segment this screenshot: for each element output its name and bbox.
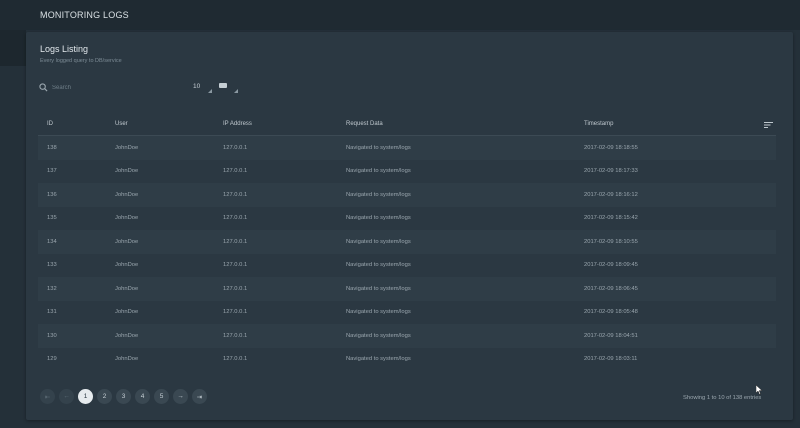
cell-request: Navigated to system/logs xyxy=(337,206,575,230)
table-row[interactable]: 138 JohnDoe 127.0.0.1 Navigated to syste… xyxy=(38,135,776,160)
table-row[interactable]: 129 JohnDoe 127.0.0.1 Navigated to syste… xyxy=(38,347,776,371)
cell-id: 138 xyxy=(38,135,106,160)
page-size-select[interactable]: 10 xyxy=(193,83,200,90)
cell-timestamp: 2017-02-09 18:17:33 xyxy=(575,159,776,183)
cell-user: JohnDoe xyxy=(106,206,214,230)
search-input[interactable] xyxy=(52,82,172,94)
cell-ip: 127.0.0.1 xyxy=(214,230,337,254)
cell-ip: 127.0.0.1 xyxy=(214,159,337,183)
column-header-request[interactable]: Request Data xyxy=(337,112,575,136)
table-row[interactable]: 134 JohnDoe 127.0.0.1 Navigated to syste… xyxy=(38,230,776,254)
cell-request: Navigated to system/logs xyxy=(337,300,575,324)
cell-request: Navigated to system/logs xyxy=(337,135,575,160)
mouse-cursor-icon xyxy=(756,385,762,395)
cell-ip: 127.0.0.1 xyxy=(214,183,337,207)
page-button-4[interactable]: 4 xyxy=(135,389,150,404)
cell-request: Navigated to system/logs xyxy=(337,230,575,254)
grid-view-icon[interactable] xyxy=(219,83,227,88)
cell-id: 131 xyxy=(38,300,106,324)
logs-card: Logs Listing Every logged query to DB/se… xyxy=(26,32,793,420)
cell-ip: 127.0.0.1 xyxy=(214,253,337,277)
cell-timestamp: 2017-02-09 18:15:42 xyxy=(575,206,776,230)
page-button-5[interactable]: 5 xyxy=(154,389,169,404)
cell-user: JohnDoe xyxy=(106,183,214,207)
cell-user: JohnDoe xyxy=(106,135,214,160)
column-header-ip[interactable]: IP Address xyxy=(214,112,337,136)
table-row[interactable]: 137 JohnDoe 127.0.0.1 Navigated to syste… xyxy=(38,159,776,183)
cell-timestamp: 2017-02-09 18:03:11 xyxy=(575,347,776,371)
cell-timestamp: 2017-02-09 18:04:51 xyxy=(575,324,776,348)
cell-request: Navigated to system/logs xyxy=(337,277,575,301)
cell-ip: 127.0.0.1 xyxy=(214,300,337,324)
cell-timestamp: 2017-02-09 18:16:12 xyxy=(575,183,776,207)
cell-timestamp: 2017-02-09 18:06:45 xyxy=(575,277,776,301)
page-title: MONITORING LOGS xyxy=(40,10,129,20)
dropdown-arrow-icon[interactable] xyxy=(234,89,238,93)
column-header-timestamp[interactable]: Timestamp xyxy=(575,112,776,136)
table-row[interactable]: 135 JohnDoe 127.0.0.1 Navigated to syste… xyxy=(38,206,776,230)
entries-info: Showing 1 to 10 of 138 entries xyxy=(683,395,762,401)
table-row[interactable]: 133 JohnDoe 127.0.0.1 Navigated to syste… xyxy=(38,253,776,277)
cell-id: 132 xyxy=(38,277,106,301)
cell-user: JohnDoe xyxy=(106,230,214,254)
cell-user: JohnDoe xyxy=(106,347,214,371)
cell-request: Navigated to system/logs xyxy=(337,324,575,348)
cell-ip: 127.0.0.1 xyxy=(214,324,337,348)
cell-request: Navigated to system/logs xyxy=(337,183,575,207)
cell-ip: 127.0.0.1 xyxy=(214,135,337,160)
logs-table: ID User IP Address Request Data Timestam… xyxy=(38,112,776,371)
cell-id: 137 xyxy=(38,159,106,183)
cell-timestamp: 2017-02-09 18:05:48 xyxy=(575,300,776,324)
page-button-1[interactable]: 1 xyxy=(78,389,93,404)
column-header-id[interactable]: ID xyxy=(38,112,106,136)
page-button-3[interactable]: 3 xyxy=(116,389,131,404)
cell-user: JohnDoe xyxy=(106,277,214,301)
dropdown-arrow-icon[interactable] xyxy=(208,89,212,93)
cell-id: 133 xyxy=(38,253,106,277)
prev-page-button[interactable]: ← xyxy=(59,389,74,404)
table-row[interactable]: 136 JohnDoe 127.0.0.1 Navigated to syste… xyxy=(38,183,776,207)
cell-id: 136 xyxy=(38,183,106,207)
cell-ip: 127.0.0.1 xyxy=(214,206,337,230)
search-icon xyxy=(39,83,48,92)
page-button-2[interactable]: 2 xyxy=(97,389,112,404)
cell-user: JohnDoe xyxy=(106,300,214,324)
card-title: Logs Listing xyxy=(40,44,89,54)
next-page-button[interactable]: → xyxy=(173,389,188,404)
cell-timestamp: 2017-02-09 18:18:55 xyxy=(575,135,776,160)
cell-timestamp: 2017-02-09 18:09:45 xyxy=(575,253,776,277)
cell-id: 134 xyxy=(38,230,106,254)
cell-timestamp: 2017-02-09 18:10:55 xyxy=(575,230,776,254)
cell-ip: 127.0.0.1 xyxy=(214,277,337,301)
cell-user: JohnDoe xyxy=(106,253,214,277)
table-header-row: ID User IP Address Request Data Timestam… xyxy=(38,112,776,136)
cell-id: 135 xyxy=(38,206,106,230)
cell-id: 129 xyxy=(38,347,106,371)
cell-request: Navigated to system/logs xyxy=(337,159,575,183)
cell-id: 130 xyxy=(38,324,106,348)
table-row[interactable]: 132 JohnDoe 127.0.0.1 Navigated to syste… xyxy=(38,277,776,301)
first-page-button[interactable]: ⇤ xyxy=(40,389,55,404)
sort-lines-icon[interactable] xyxy=(764,121,773,129)
card-subtitle: Every logged query to DB/service xyxy=(40,58,122,64)
table-row[interactable]: 131 JohnDoe 127.0.0.1 Navigated to syste… xyxy=(38,300,776,324)
cell-ip: 127.0.0.1 xyxy=(214,347,337,371)
sidebar-strip xyxy=(0,30,26,66)
column-header-user[interactable]: User xyxy=(106,112,214,136)
cell-request: Navigated to system/logs xyxy=(337,347,575,371)
cell-user: JohnDoe xyxy=(106,159,214,183)
cell-request: Navigated to system/logs xyxy=(337,253,575,277)
search-box[interactable] xyxy=(38,82,178,94)
cell-user: JohnDoe xyxy=(106,324,214,348)
table-row[interactable]: 130 JohnDoe 127.0.0.1 Navigated to syste… xyxy=(38,324,776,348)
last-page-button[interactable]: ⇥ xyxy=(192,389,207,404)
